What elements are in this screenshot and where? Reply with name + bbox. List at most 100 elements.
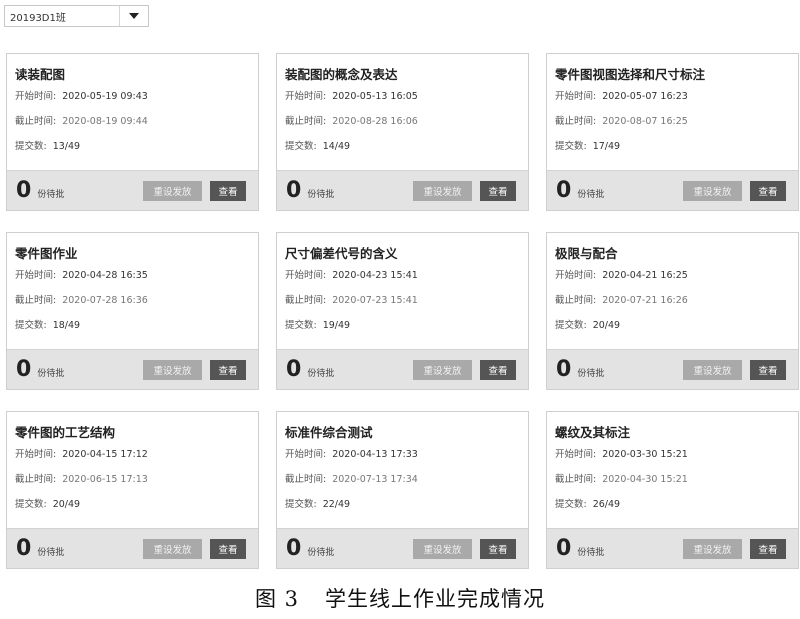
homework-title[interactable]: 零件图视图选择和尺寸标注 bbox=[555, 67, 798, 83]
homework-title[interactable]: 装配图的概念及表达 bbox=[285, 67, 528, 83]
class-select-toggle[interactable] bbox=[119, 6, 148, 26]
submission-count: 18/49 bbox=[52, 320, 81, 331]
start-time-row: 开始时间: 2020-05-19 09:43 bbox=[15, 90, 258, 103]
view-button[interactable]: 查看 bbox=[480, 181, 516, 201]
homework-title[interactable]: 标准件综合测试 bbox=[285, 425, 528, 441]
start-time-label: 开始时间: bbox=[285, 270, 327, 281]
pending-count: 0 bbox=[286, 177, 302, 203]
homework-card: 零件图视图选择和尺寸标注 开始时间: 2020-05-07 16:23 截止时间:… bbox=[546, 53, 799, 211]
reset-assignment-button[interactable]: 重设发放 bbox=[683, 539, 742, 559]
caret-down-icon bbox=[129, 13, 139, 19]
homework-title[interactable]: 零件图作业 bbox=[15, 246, 258, 262]
submission-count: 26/49 bbox=[592, 499, 621, 510]
deadline-value: 2020-07-23 15:41 bbox=[332, 295, 418, 306]
submission-row: 提交数: 13/49 bbox=[15, 140, 258, 153]
submission-row: 提交数: 19/49 bbox=[285, 319, 528, 332]
homework-card: 尺寸偏差代号的含义 开始时间: 2020-04-23 15:41 截止时间: 202… bbox=[276, 232, 529, 390]
submission-label: 提交数: bbox=[555, 141, 587, 152]
deadline-label: 截止时间: bbox=[555, 295, 597, 306]
homework-card-grid: 读装配图 开始时间: 2020-05-19 09:43 截止时间: 2020-08-… bbox=[6, 53, 799, 569]
view-button[interactable]: 查看 bbox=[210, 360, 246, 380]
pending-count: 0 bbox=[16, 356, 32, 382]
view-button[interactable]: 查看 bbox=[210, 181, 246, 201]
start-time-label: 开始时间: bbox=[285, 449, 327, 460]
deadline-value: 2020-08-19 09:44 bbox=[62, 116, 148, 127]
reset-assignment-button[interactable]: 重设发放 bbox=[413, 539, 472, 559]
deadline-label: 截止时间: bbox=[285, 116, 327, 127]
start-time-row: 开始时间: 2020-05-13 16:05 bbox=[285, 90, 528, 103]
homework-card-footer: 0 份待批 重设发放 查看 bbox=[547, 170, 798, 210]
homework-card: 螺纹及其标注 开始时间: 2020-03-30 15:21 截止时间: 2020-0… bbox=[546, 411, 799, 569]
deadline-row: 截止时间: 2020-07-28 16:36 bbox=[15, 294, 258, 307]
deadline-label: 截止时间: bbox=[15, 474, 57, 485]
homework-title[interactable]: 读装配图 bbox=[15, 67, 258, 83]
deadline-value: 2020-07-13 17:34 bbox=[332, 474, 418, 485]
view-button[interactable]: 查看 bbox=[750, 181, 786, 201]
submission-row: 提交数: 26/49 bbox=[555, 498, 798, 511]
homework-card-footer: 0 份待批 重设发放 查看 bbox=[277, 528, 528, 568]
reset-assignment-button[interactable]: 重设发放 bbox=[413, 360, 472, 380]
class-select[interactable]: 20193D1班 bbox=[4, 5, 149, 27]
homework-card-body: 零件图作业 开始时间: 2020-04-28 16:35 截止时间: 2020-07… bbox=[7, 233, 258, 350]
deadline-row: 截止时间: 2020-08-28 16:06 bbox=[285, 115, 528, 128]
start-time-row: 开始时间: 2020-04-28 16:35 bbox=[15, 269, 258, 282]
submission-row: 提交数: 18/49 bbox=[15, 319, 258, 332]
start-time-value: 2020-04-15 17:12 bbox=[62, 449, 148, 460]
pending-label: 份待批 bbox=[37, 189, 65, 200]
start-time-row: 开始时间: 2020-05-07 16:23 bbox=[555, 90, 798, 103]
start-time-value: 2020-05-13 16:05 bbox=[332, 91, 418, 102]
pending-count: 0 bbox=[286, 535, 302, 561]
deadline-row: 截止时间: 2020-07-13 17:34 bbox=[285, 473, 528, 486]
view-button[interactable]: 查看 bbox=[480, 539, 516, 559]
pending-count: 0 bbox=[286, 356, 302, 382]
submission-row: 提交数: 14/49 bbox=[285, 140, 528, 153]
submission-count: 19/49 bbox=[322, 320, 351, 331]
figure-number: 图 3 bbox=[254, 587, 300, 611]
homework-card-footer: 0 份待批 重设发放 查看 bbox=[277, 349, 528, 389]
deadline-value: 2020-08-28 16:06 bbox=[332, 116, 418, 127]
start-time-label: 开始时间: bbox=[555, 449, 597, 460]
submission-label: 提交数: bbox=[285, 320, 317, 331]
submission-row: 提交数: 20/49 bbox=[555, 319, 798, 332]
start-time-row: 开始时间: 2020-04-21 16:25 bbox=[555, 269, 798, 282]
homework-card: 装配图的概念及表达 开始时间: 2020-05-13 16:05 截止时间: 202… bbox=[276, 53, 529, 211]
pending-label: 份待批 bbox=[307, 547, 335, 558]
deadline-row: 截止时间: 2020-07-23 15:41 bbox=[285, 294, 528, 307]
start-time-label: 开始时间: bbox=[15, 270, 57, 281]
start-time-value: 2020-05-19 09:43 bbox=[62, 91, 148, 102]
reset-assignment-button[interactable]: 重设发放 bbox=[683, 181, 742, 201]
homework-card-footer: 0 份待批 重设发放 查看 bbox=[277, 170, 528, 210]
figure-caption-text: 学生线上作业完成情况 bbox=[325, 587, 546, 611]
start-time-label: 开始时间: bbox=[285, 91, 327, 102]
start-time-value: 2020-04-28 16:35 bbox=[62, 270, 148, 281]
homework-title[interactable]: 零件图的工艺结构 bbox=[15, 425, 258, 441]
pending-review: 0 份待批 bbox=[286, 356, 334, 382]
reset-assignment-button[interactable]: 重设发放 bbox=[683, 360, 742, 380]
start-time-label: 开始时间: bbox=[15, 91, 57, 102]
submission-label: 提交数: bbox=[15, 141, 47, 152]
view-button[interactable]: 查看 bbox=[750, 539, 786, 559]
pending-review: 0 份待批 bbox=[556, 356, 604, 382]
submission-row: 提交数: 22/49 bbox=[285, 498, 528, 511]
homework-title[interactable]: 尺寸偏差代号的含义 bbox=[285, 246, 528, 262]
submission-count: 20/49 bbox=[52, 499, 81, 510]
reset-assignment-button[interactable]: 重设发放 bbox=[143, 539, 202, 559]
start-time-value: 2020-04-13 17:33 bbox=[332, 449, 418, 460]
start-time-value: 2020-04-23 15:41 bbox=[332, 270, 418, 281]
reset-assignment-button[interactable]: 重设发放 bbox=[413, 181, 472, 201]
start-time-row: 开始时间: 2020-03-30 15:21 bbox=[555, 448, 798, 461]
submission-label: 提交数: bbox=[555, 320, 587, 331]
view-button[interactable]: 查看 bbox=[750, 360, 786, 380]
pending-review: 0 份待批 bbox=[286, 535, 335, 561]
homework-title[interactable]: 极限与配合 bbox=[555, 246, 798, 262]
pending-review: 0 份待批 bbox=[286, 177, 335, 203]
pending-label: 份待批 bbox=[307, 189, 335, 200]
homework-card-footer: 0 份待批 重设发放 查看 bbox=[7, 349, 258, 389]
homework-card: 极限与配合 开始时间: 2020-04-21 16:25 截止时间: 2020-07… bbox=[546, 232, 799, 390]
pending-count: 0 bbox=[556, 356, 572, 382]
view-button[interactable]: 查看 bbox=[480, 360, 516, 380]
view-button[interactable]: 查看 bbox=[210, 539, 246, 559]
reset-assignment-button[interactable]: 重设发放 bbox=[143, 181, 202, 201]
homework-title[interactable]: 螺纹及其标注 bbox=[555, 425, 798, 441]
reset-assignment-button[interactable]: 重设发放 bbox=[143, 360, 202, 380]
